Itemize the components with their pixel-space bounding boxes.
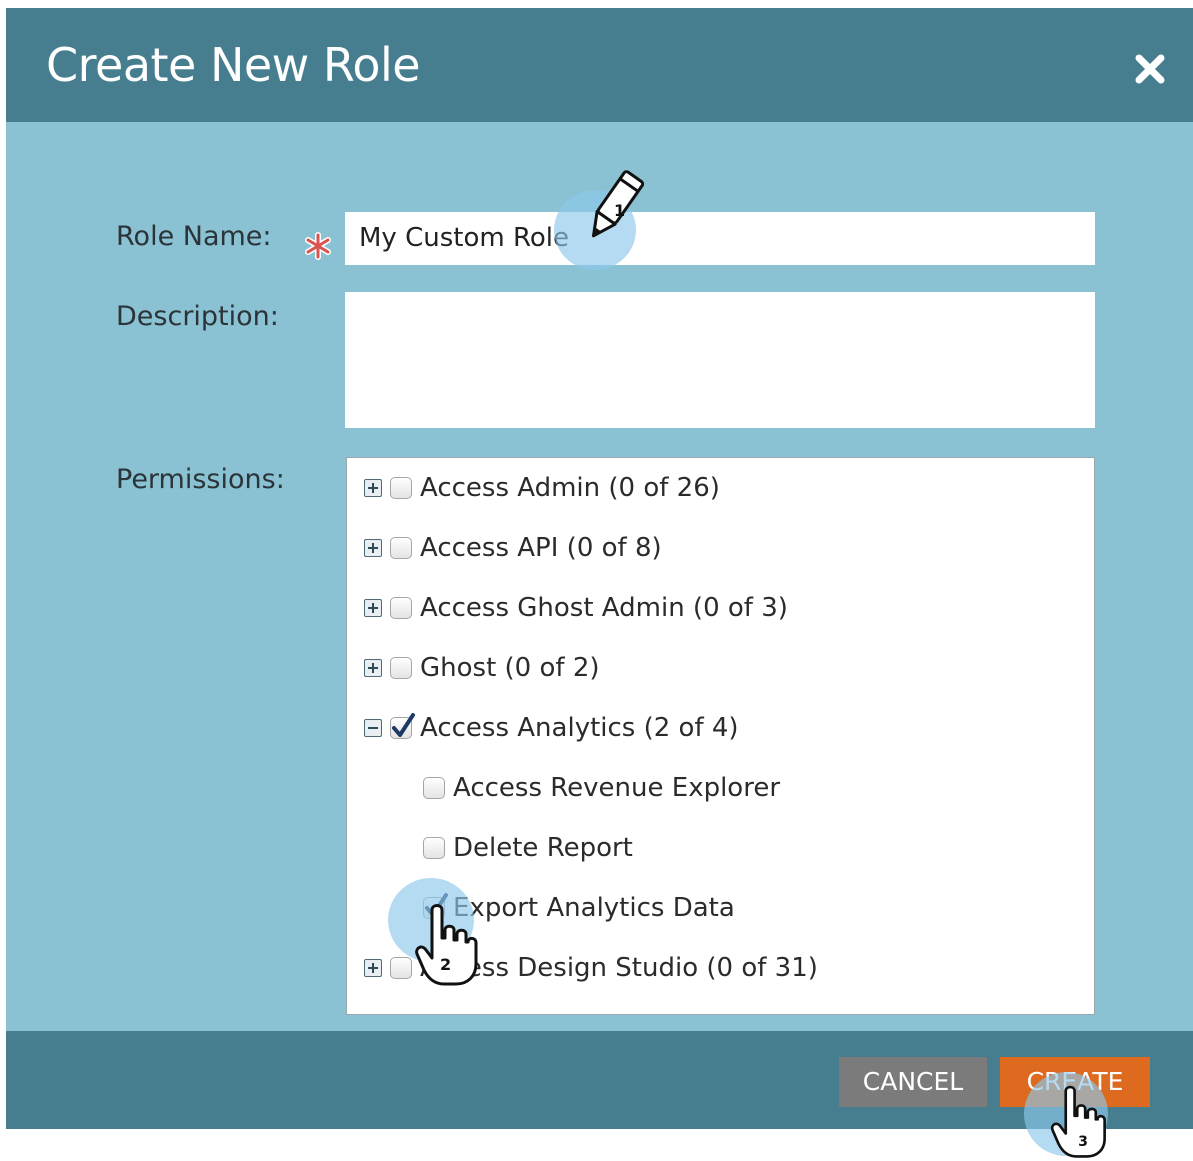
permission-label: Access API (0 of 8): [420, 533, 662, 563]
permission-label: Ghost (0 of 2): [420, 653, 600, 683]
permission-row-access-analytics: Access Analytics (2 of 4): [364, 708, 739, 748]
permission-row-access-revenue-explorer: Access Revenue Explorer: [423, 768, 780, 808]
collapse-minus-icon[interactable]: [364, 719, 382, 737]
dialog-header: Create New Role: [6, 8, 1193, 122]
close-icon[interactable]: [1133, 52, 1167, 86]
permission-row-delete-report: Delete Report: [423, 828, 633, 868]
required-star-icon: [305, 232, 331, 260]
permission-checkbox[interactable]: [423, 777, 445, 799]
permission-checkbox[interactable]: [390, 957, 412, 979]
permission-checkbox[interactable]: [390, 477, 412, 499]
expand-plus-icon[interactable]: [364, 959, 382, 977]
step2-number: 2: [440, 955, 451, 974]
permission-label: Access Admin (0 of 26): [420, 473, 720, 503]
permission-checkbox-checked[interactable]: [390, 713, 415, 739]
permission-label: Delete Report: [453, 833, 633, 863]
permission-label: Access Analytics (2 of 4): [420, 713, 739, 743]
checkmark-icon: [392, 713, 415, 737]
permissions-label: Permissions:: [116, 464, 285, 495]
description-label: Description:: [116, 301, 279, 332]
pencil-cursor-icon: 1: [591, 170, 645, 238]
permission-row-access-api: Access API (0 of 8): [364, 528, 662, 568]
permission-row-access-admin: Access Admin (0 of 26): [364, 468, 720, 508]
permission-label: Access Revenue Explorer: [453, 773, 781, 803]
permission-row-ghost: Ghost (0 of 2): [364, 648, 600, 688]
role-name-input[interactable]: [345, 212, 1095, 265]
step3-number: 3: [1078, 1134, 1088, 1150]
role-name-label: Role Name:: [116, 221, 272, 252]
expand-plus-icon[interactable]: [364, 479, 382, 497]
expand-plus-icon[interactable]: [364, 659, 382, 677]
expand-plus-icon[interactable]: [364, 599, 382, 617]
permission-row-access-ghost-admin: Access Ghost Admin (0 of 3): [364, 588, 788, 628]
dialog-footer: CANCEL CREATE: [6, 1031, 1193, 1129]
cancel-button[interactable]: CANCEL: [839, 1057, 987, 1107]
permission-label: Access Ghost Admin (0 of 3): [420, 593, 788, 623]
expand-plus-icon[interactable]: [364, 539, 382, 557]
hand-cursor-icon: 2: [415, 904, 478, 986]
step1-number: 1: [614, 201, 625, 220]
description-textarea[interactable]: [345, 292, 1095, 428]
permission-checkbox[interactable]: [390, 537, 412, 559]
dialog-title: Create New Role: [46, 38, 421, 92]
permission-label: Export Analytics Data: [453, 893, 735, 923]
permission-checkbox[interactable]: [390, 657, 412, 679]
permission-checkbox[interactable]: [423, 837, 445, 859]
permission-checkbox[interactable]: [390, 597, 412, 619]
hand-cursor-icon: 3: [1050, 1085, 1106, 1158]
